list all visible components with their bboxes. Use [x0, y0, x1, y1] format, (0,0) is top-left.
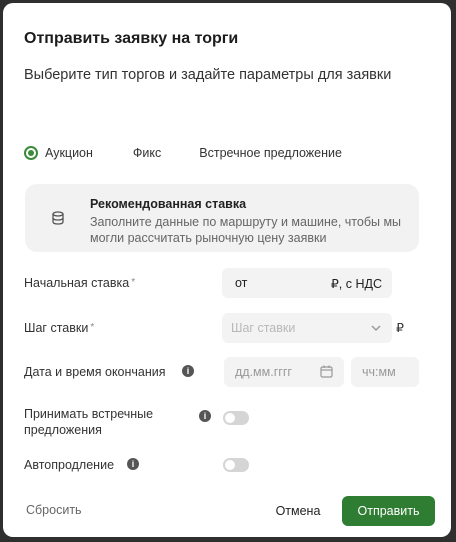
- info-icon[interactable]: i: [199, 410, 211, 422]
- radio-selected-icon: [24, 146, 38, 160]
- hint-title: Рекомендованная ставка: [90, 197, 247, 211]
- bid-step-currency: ₽: [396, 321, 404, 335]
- required-mark: *: [131, 277, 136, 288]
- bid-step-placeholder: Шаг ставки: [231, 321, 296, 335]
- accept-counter-label: Принимать встречные предложения: [24, 407, 154, 437]
- radio-fixed[interactable]: Фикс: [133, 146, 161, 160]
- radio-auction[interactable]: Аукцион: [24, 146, 93, 160]
- bid-step-label: Шаг ставки: [24, 321, 89, 335]
- bid-step-select[interactable]: Шаг ставки: [222, 313, 392, 343]
- hint-text: Заполните данные по маршруту и машине, ч…: [90, 215, 402, 245]
- info-icon[interactable]: i: [182, 365, 194, 377]
- chevron-down-icon: [371, 325, 381, 332]
- submit-button[interactable]: Отправить: [342, 496, 435, 526]
- recommended-bid-hint: Рекомендованная ставка Заполните данные …: [25, 184, 419, 252]
- trade-type-group: Аукцион Фикс Встречное предложение: [24, 146, 342, 160]
- auto-extend-toggle[interactable]: [223, 458, 249, 472]
- radio-counter-offer[interactable]: Встречное предложение: [199, 146, 342, 160]
- start-bid-prefix: от: [235, 276, 248, 290]
- start-bid-input[interactable]: от ₽, с НДС: [222, 268, 392, 298]
- dialog-title: Отправить заявку на торги: [24, 30, 239, 47]
- radio-fixed-label: Фикс: [132, 146, 162, 160]
- start-bid-suffix: ₽, с НДС: [330, 277, 382, 291]
- bid-step-label-row: Шаг ставки *: [24, 320, 94, 336]
- accept-counter-toggle[interactable]: [223, 411, 249, 425]
- end-time-input[interactable]: чч:мм: [351, 357, 419, 387]
- auto-extend-label: Автопродление: [24, 458, 115, 472]
- calendar-icon: [320, 365, 333, 378]
- end-date-placeholder: дд.мм.гггг: [235, 365, 292, 379]
- required-mark: *: [90, 322, 95, 333]
- radio-auction-label: Аукцион: [45, 146, 93, 160]
- bid-dialog: Отправить заявку на торги Выберите тип т…: [3, 3, 451, 537]
- database-icon: [52, 211, 64, 225]
- end-date-input[interactable]: дд.мм.гггг: [224, 357, 344, 387]
- radio-counter-offer-label: Встречное предложение: [199, 146, 342, 160]
- reset-link[interactable]: Сбросить: [26, 503, 82, 517]
- start-bid-label-row: Начальная ставка *: [24, 275, 135, 291]
- dialog-subtitle: Выберите тип торгов и задайте параметры …: [24, 67, 392, 83]
- end-time-placeholder: чч:мм: [362, 365, 396, 379]
- end-datetime-label-row: Дата и время окончания: [24, 364, 166, 380]
- start-bid-label: Начальная ставка: [24, 276, 130, 290]
- cancel-button[interactable]: Отмена: [262, 496, 334, 526]
- end-datetime-label: Дата и время окончания: [24, 365, 166, 379]
- info-icon[interactable]: i: [127, 458, 139, 470]
